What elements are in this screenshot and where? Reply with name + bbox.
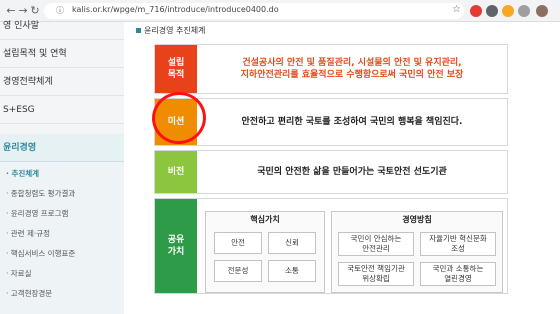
main-content: 윤리경영 추진체계 설립 목적 건설공사의 안전 및 품질관리, 시설물의 안전… xyxy=(124,22,560,294)
sidebar: 영 인사말 설립목적 및 연혁 경영전략체계 S+ESG 윤리경영 · 추진체계… xyxy=(0,21,124,314)
submenu-item[interactable]: · 관련 제·규정 xyxy=(6,228,50,239)
submenu-item[interactable]: · 종합청렴도 평가결과 xyxy=(6,188,75,199)
shared-values-row: 공유 가치 핵심가치 안전 신뢰 전문성 소통 경영방침 국민이 안심하는 안전… xyxy=(154,198,508,294)
core-value-cell: 신뢰 xyxy=(268,232,316,254)
policy-cell: 국토안전 책임기관 위상확립 xyxy=(338,262,414,286)
policy-cell: 국민과 소통하는 열린경영 xyxy=(420,262,496,286)
bullet-icon xyxy=(136,28,141,33)
vision-tag: 비전 xyxy=(155,151,197,193)
sidebar-item-ethics[interactable]: 윤리경영 xyxy=(0,134,124,162)
management-policy-panel: 경영방침 국민이 안심하는 안전관리 자율기반 혁신문화 조성 국토안전 책임기… xyxy=(331,211,503,293)
submenu-item[interactable]: · 윤리경영 프로그램 xyxy=(6,208,68,219)
core-values-panel: 핵심가치 안전 신뢰 전문성 소통 xyxy=(205,211,325,293)
submenu-item[interactable]: · 핵심서비스 이행표준 xyxy=(6,248,75,259)
purpose-row: 설립 목적 건설공사의 안전 및 품질관리, 시설물의 안전 및 유지관리, 지… xyxy=(154,44,508,94)
page-title-label: 윤리경영 추진체계 xyxy=(144,26,206,35)
vision-text: 국민의 안전한 삶을 만들어가는 국토안전 선도기관 xyxy=(257,167,447,177)
mission-row: 미션 안전하고 편리한 국토를 조성하여 국민의 행복을 책임진다. xyxy=(154,98,508,146)
profile-avatar[interactable] xyxy=(536,5,548,17)
sidebar-item-strategy[interactable]: 경영전략체계 xyxy=(0,68,124,96)
mission-text: 안전하고 편리한 국토를 조성하여 국민의 행복을 책임진다. xyxy=(241,117,463,127)
purpose-tag: 설립 목적 xyxy=(155,45,197,93)
bookmark-star-icon[interactable]: ☆ xyxy=(452,4,461,15)
sidebar-item-esg[interactable]: S+ESG xyxy=(0,96,124,124)
sidebar-item-history[interactable]: 설립목적 및 연혁 xyxy=(0,40,124,68)
core-values-title: 핵심가치 xyxy=(250,215,280,224)
submenu-item[interactable]: · 추진체계 xyxy=(6,168,39,179)
core-value-cell: 안전 xyxy=(214,232,262,254)
shared-values-tag: 공유 가치 xyxy=(155,199,197,293)
extension-icon[interactable] xyxy=(470,5,482,17)
submenu-item-label: 고객현장경문 xyxy=(10,289,53,298)
submenu-item-label: 관련 제·규정 xyxy=(10,229,51,238)
vision-row: 비전 국민의 안전한 삶을 만들어가는 국토안전 선도기관 xyxy=(154,150,508,194)
purpose-text: 건설공사의 안전 및 품질관리, 시설물의 안전 및 유지관리, 지하안전관리를… xyxy=(240,58,464,80)
submenu-item-label: 종합청렴도 평가결과 xyxy=(10,189,76,198)
submenu-item-label: 추진체계 xyxy=(11,169,40,178)
sidebar-item-greeting[interactable]: 영 인사말 xyxy=(0,12,124,40)
core-value-cell: 소통 xyxy=(268,260,316,282)
submenu-item-label: 자료실 xyxy=(10,269,32,278)
policy-cell: 국민이 안심하는 안전관리 xyxy=(338,232,414,256)
core-value-cell: 전문성 xyxy=(214,260,262,282)
submenu-item[interactable]: · 고객현장경문 xyxy=(6,288,52,299)
policy-cell: 자율기반 혁신문화 조성 xyxy=(420,232,496,256)
submenu-item[interactable]: · 자료실 xyxy=(6,268,31,279)
extension-icon[interactable] xyxy=(502,5,514,17)
extensions-puzzle-icon[interactable] xyxy=(518,5,530,17)
extension-icon[interactable] xyxy=(486,5,498,17)
submenu-item-label: 윤리경영 프로그램 xyxy=(10,209,69,218)
sidebar-submenu: · 추진체계 · 종합청렴도 평가결과 · 윤리경영 프로그램 · 관련 제·규… xyxy=(0,162,124,314)
page-title: 윤리경영 추진체계 xyxy=(136,25,205,36)
submenu-item-label: 핵심서비스 이행표준 xyxy=(10,249,76,258)
management-policy-title: 경영방침 xyxy=(402,215,432,224)
